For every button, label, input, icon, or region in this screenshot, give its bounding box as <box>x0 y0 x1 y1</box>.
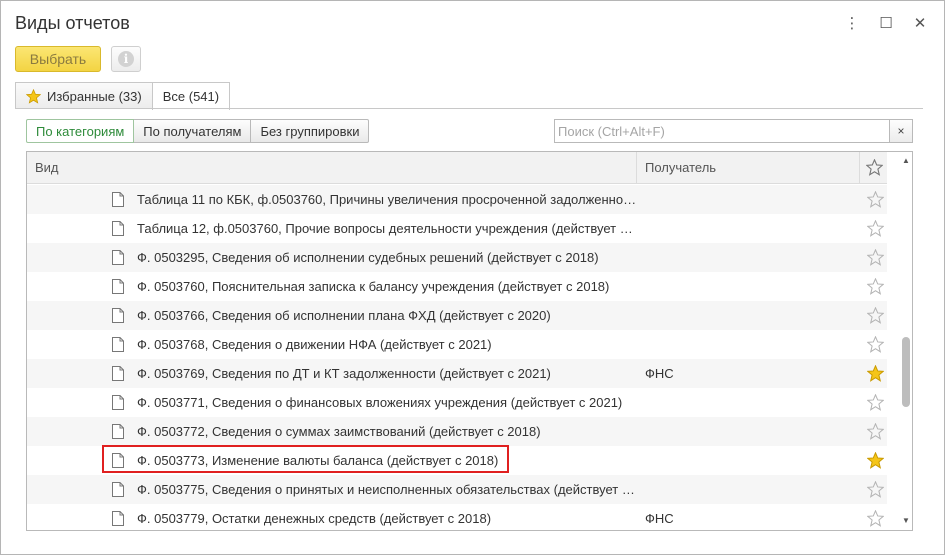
column-header-recipient[interactable]: Получатель <box>645 152 865 183</box>
report-name: Таблица 11 по КБК, ф.0503760, Причины ув… <box>137 192 637 207</box>
document-icon <box>112 366 124 381</box>
tab-all-label: Все (541) <box>162 89 220 104</box>
report-name: Ф. 0503771, Сведения о финансовых вложен… <box>137 395 623 410</box>
info-button[interactable]: i <box>111 46 141 72</box>
star-filled-icon[interactable] <box>867 452 884 469</box>
scroll-up-icon[interactable]: ▲ <box>901 156 911 166</box>
document-icon <box>112 511 124 526</box>
report-name: Ф. 0503760, Пояснительная записка к бала… <box>137 279 610 294</box>
document-icon <box>112 395 124 410</box>
table-row[interactable]: Ф. 0503772, Сведения о суммах заимствова… <box>27 417 887 446</box>
document-icon <box>112 250 124 265</box>
report-name: Ф. 0503768, Сведения о движении НФА (дей… <box>137 337 492 352</box>
report-name: Ф. 0503766, Сведения об исполнении плана… <box>137 308 551 323</box>
no-grouping-button[interactable]: Без группировки <box>250 119 370 143</box>
tab-favorites[interactable]: Избранные (33) <box>15 82 153 109</box>
report-types-table: Вид Получатель Таблица 11 по КБК, ф.0503… <box>26 151 913 531</box>
table-row[interactable]: Ф. 0503768, Сведения о движении НФА (дей… <box>27 330 887 359</box>
table-row[interactable]: Ф. 0503771, Сведения о финансовых вложен… <box>27 388 887 417</box>
recipient: ФНС <box>645 366 674 381</box>
document-icon <box>112 308 124 323</box>
grouping-buttons: По категориям По получателям Без группир… <box>26 119 370 143</box>
table-row[interactable]: Ф. 0503760, Пояснительная записка к бала… <box>27 272 887 301</box>
star-outline-icon <box>865 159 883 176</box>
report-types-window: Виды отчетов ⋮ ☐ ✕ Выбрать i Избранные (… <box>0 0 945 555</box>
document-icon <box>112 337 124 352</box>
window-controls: ⋮ ☐ ✕ <box>842 13 930 33</box>
report-name: Таблица 12, ф.0503760, Прочие вопросы де… <box>137 221 637 236</box>
maximize-icon[interactable]: ☐ <box>876 13 896 33</box>
tab-favorites-label: Избранные (33) <box>47 88 142 104</box>
star-outline-icon[interactable] <box>867 510 884 527</box>
star-icon <box>26 88 41 104</box>
choose-button[interactable]: Выбрать <box>15 46 101 72</box>
vertical-scrollbar[interactable]: ▲ ▼ <box>899 152 912 530</box>
table-row[interactable]: Ф. 0503769, Сведения по ДТ и КТ задолжен… <box>27 359 887 388</box>
clear-search-button[interactable]: × <box>890 119 913 143</box>
window-title: Виды отчетов <box>15 13 130 33</box>
tab-all[interactable]: Все (541) <box>151 82 231 110</box>
star-outline-icon[interactable] <box>867 307 884 324</box>
report-name: Ф. 0503773, Изменение валюты баланса (де… <box>137 453 499 468</box>
document-icon <box>112 192 124 207</box>
document-icon <box>112 221 124 236</box>
table-row[interactable]: Ф. 0503773, Изменение валюты баланса (де… <box>27 446 887 475</box>
more-menu-icon[interactable]: ⋮ <box>842 13 862 33</box>
star-outline-icon[interactable] <box>867 249 884 266</box>
info-icon: i <box>118 51 134 67</box>
document-icon <box>112 453 124 468</box>
document-icon <box>112 482 124 497</box>
document-icon <box>112 279 124 294</box>
table-row[interactable]: Ф. 0503779, Остатки денежных средств (де… <box>27 504 887 530</box>
column-header-name[interactable]: Вид <box>35 152 635 183</box>
group-by-category-button[interactable]: По категориям <box>26 119 135 143</box>
star-filled-icon[interactable] <box>867 365 884 382</box>
column-divider <box>859 152 860 183</box>
column-header-favorite[interactable] <box>861 152 887 183</box>
table-header: Вид Получатель <box>27 152 887 184</box>
star-outline-icon[interactable] <box>867 394 884 411</box>
table-row[interactable]: Таблица 12, ф.0503760, Прочие вопросы де… <box>27 214 887 243</box>
document-icon <box>112 424 124 439</box>
table-row[interactable]: Ф. 0503775, Сведения о принятых и неиспо… <box>27 475 887 504</box>
table-row[interactable]: Таблица 11 по КБК, ф.0503760, Причины ув… <box>27 185 887 214</box>
table-row[interactable]: Ф. 0503766, Сведения об исполнении плана… <box>27 301 887 330</box>
scrollbar-thumb[interactable] <box>902 337 910 407</box>
report-name: Ф. 0503772, Сведения о суммах заимствова… <box>137 424 541 439</box>
star-outline-icon[interactable] <box>867 423 884 440</box>
report-name: Ф. 0503295, Сведения об исполнении судеб… <box>137 250 599 265</box>
search-input[interactable] <box>554 119 890 143</box>
star-outline-icon[interactable] <box>867 336 884 353</box>
star-outline-icon[interactable] <box>867 191 884 208</box>
tabs: Избранные (33) Все (541) <box>15 82 231 110</box>
close-icon[interactable]: ✕ <box>910 13 930 33</box>
recipient: ФНС <box>645 511 674 526</box>
scroll-down-icon[interactable]: ▼ <box>901 516 911 526</box>
group-by-recipient-button[interactable]: По получателям <box>133 119 252 143</box>
report-name: Ф. 0503769, Сведения по ДТ и КТ задолжен… <box>137 366 551 381</box>
column-divider <box>636 152 637 183</box>
star-outline-icon[interactable] <box>867 481 884 498</box>
table-row[interactable]: Ф. 0503295, Сведения об исполнении судеб… <box>27 243 887 272</box>
toolbar: Выбрать i <box>15 46 141 72</box>
star-outline-icon[interactable] <box>867 278 884 295</box>
star-outline-icon[interactable] <box>867 220 884 237</box>
report-name: Ф. 0503775, Сведения о принятых и неиспо… <box>137 482 637 497</box>
report-name: Ф. 0503779, Остатки денежных средств (де… <box>137 511 492 526</box>
